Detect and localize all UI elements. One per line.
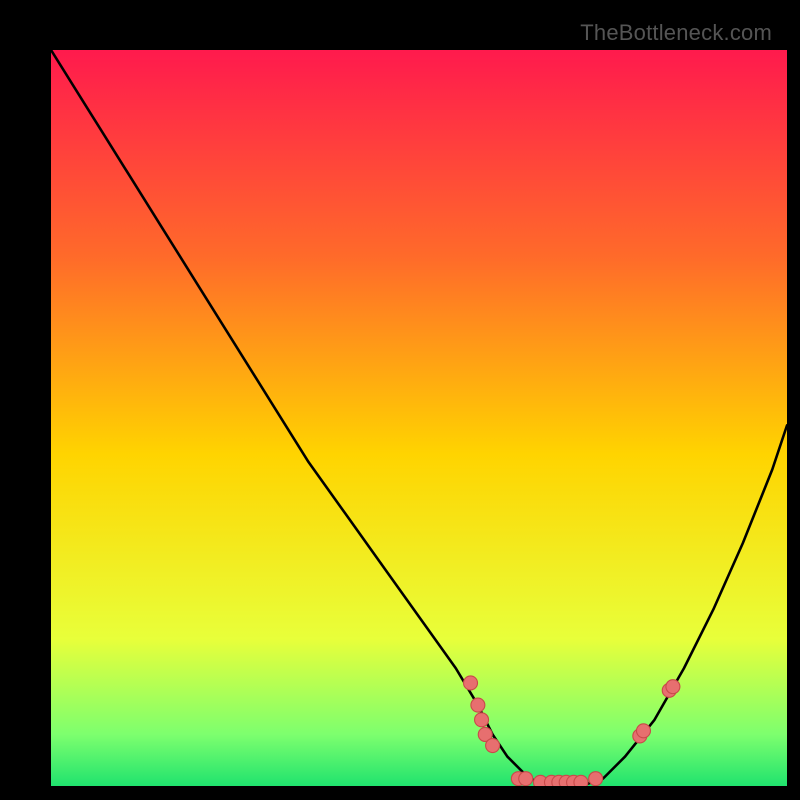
curve-marker-13 bbox=[589, 772, 603, 786]
curve-marker-2 bbox=[475, 713, 489, 727]
curve-marker-1 bbox=[471, 698, 485, 712]
chart-frame: TheBottleneck.com bbox=[20, 20, 780, 780]
curve-marker-17 bbox=[666, 680, 680, 694]
curve-marker-0 bbox=[464, 676, 478, 690]
curve-marker-6 bbox=[519, 772, 533, 786]
curve-marker-4 bbox=[486, 739, 500, 753]
bottleneck-chart bbox=[51, 50, 787, 786]
watermark-text: TheBottleneck.com bbox=[580, 20, 772, 46]
curve-marker-12 bbox=[574, 775, 588, 786]
gradient-background bbox=[51, 50, 787, 786]
curve-marker-15 bbox=[636, 724, 650, 738]
